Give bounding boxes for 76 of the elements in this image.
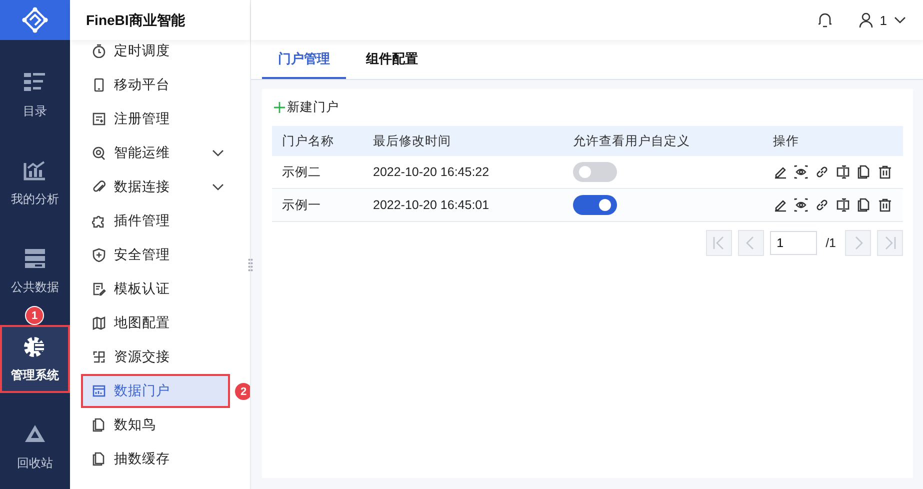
- menu-item[interactable]: 安全管理: [81, 238, 230, 272]
- menu-item[interactable]: 抽数缓存: [81, 442, 230, 476]
- triangle-icon: [23, 422, 47, 444]
- column-header: 最后修改时间: [372, 132, 452, 150]
- resize-handle[interactable]: [248, 258, 253, 272]
- puzzle-icon: [92, 214, 106, 228]
- link-icon[interactable]: [815, 165, 829, 179]
- user-icon: [858, 12, 873, 28]
- eye-icon[interactable]: [794, 165, 808, 179]
- column-header: 操作: [772, 132, 800, 150]
- paperclip-icon: [92, 180, 106, 194]
- nav-item[interactable]: 我的分析: [0, 149, 70, 217]
- step-badge: 2: [234, 382, 250, 401]
- table-cell-text: 示例一: [281, 196, 322, 214]
- tab[interactable]: 门户管理: [262, 40, 346, 79]
- menu-item[interactable]: 地图配置: [81, 306, 230, 340]
- chevron-down-icon: [894, 16, 906, 24]
- gear-icon: [23, 334, 47, 356]
- plus-icon: [274, 102, 285, 112]
- menu-item[interactable]: 插件管理: [81, 204, 230, 238]
- nav-item[interactable]: 管理系统: [0, 325, 70, 393]
- menu-item[interactable]: 移动平台: [81, 68, 230, 102]
- menu-item[interactable]: 智能运维: [81, 136, 230, 170]
- last-page-icon: [883, 236, 897, 250]
- copy-icon[interactable]: [857, 165, 871, 179]
- database-icon: [23, 246, 47, 268]
- toggle-switch[interactable]: [573, 162, 617, 182]
- menu-item[interactable]: 注册管理: [81, 102, 230, 136]
- eye-icon[interactable]: [794, 198, 808, 212]
- list-icon: [23, 70, 47, 92]
- rename-icon[interactable]: [836, 165, 850, 179]
- tab[interactable]: 组件配置: [350, 40, 434, 79]
- menu-item[interactable]: 定时调度: [81, 40, 230, 68]
- page-field[interactable]: 1: [770, 231, 817, 255]
- user-name: 1: [880, 12, 887, 28]
- trash-icon[interactable]: [878, 198, 892, 212]
- trash-icon[interactable]: [878, 165, 892, 179]
- timer-icon: [92, 44, 106, 58]
- nav-item[interactable]: 回收站: [0, 413, 70, 481]
- table-cell-text: 2022-10-20 16:45:01: [372, 198, 490, 212]
- page-total: /1: [826, 236, 836, 250]
- shield-icon: [92, 248, 106, 262]
- logo-icon: [22, 7, 48, 33]
- edit-icon[interactable]: [773, 165, 787, 179]
- menu-item[interactable]: 数据门户: [81, 374, 230, 408]
- column-header: 门户名称: [281, 132, 335, 150]
- menu-item[interactable]: 数据连接: [81, 170, 230, 204]
- table-cell-text: 2022-10-20 16:45:22: [372, 165, 490, 179]
- user-menu[interactable]: 1: [858, 12, 906, 28]
- pages-icon: [92, 418, 106, 432]
- new-portal-button[interactable]: 新建门户: [274, 99, 339, 115]
- chart-icon: [23, 158, 47, 180]
- dashboard-icon: [92, 384, 106, 398]
- edit-icon[interactable]: [773, 198, 787, 212]
- document-icon: [92, 282, 106, 296]
- first-page-icon: [712, 236, 726, 250]
- logo[interactable]: [0, 0, 70, 40]
- bell-icon[interactable]: [816, 12, 833, 28]
- menu-item[interactable]: 数知鸟: [81, 408, 230, 442]
- step-badge: 1: [25, 306, 44, 325]
- link-icon[interactable]: [815, 198, 829, 212]
- copy-icon[interactable]: [857, 198, 871, 212]
- menu-item[interactable]: 模板认证: [81, 272, 230, 306]
- table-cell-text: 示例二: [281, 164, 322, 180]
- pages-icon: [92, 452, 106, 466]
- phone-icon: [92, 78, 106, 92]
- column-header: 允许查看用户自定义: [572, 132, 691, 150]
- blocks-icon: [92, 350, 106, 364]
- toggle-switch[interactable]: [573, 195, 617, 215]
- form-icon: [92, 112, 106, 126]
- map-icon: [92, 316, 106, 330]
- menu-item[interactable]: 资源交接: [81, 340, 230, 374]
- nav-item[interactable]: 公共数据: [0, 237, 70, 305]
- app-title: FineBI商业智能: [70, 0, 250, 40]
- rename-icon[interactable]: [836, 198, 850, 212]
- nav-item[interactable]: 目录: [0, 61, 70, 129]
